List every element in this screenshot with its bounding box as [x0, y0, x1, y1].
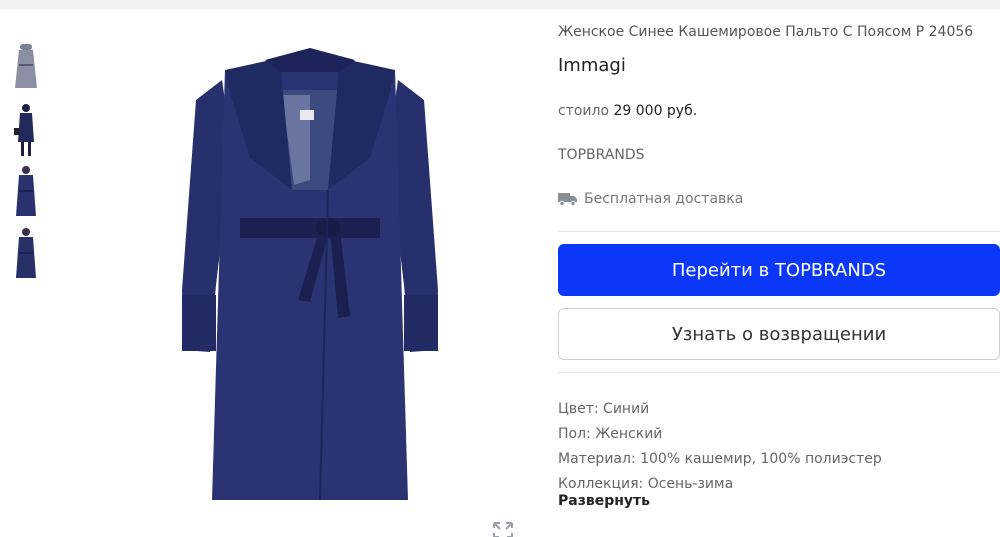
- spec-color: Цвет: Синий: [558, 401, 650, 417]
- price-prefix: стоило: [558, 103, 610, 119]
- spec-collection: Коллекция: Осень-зима: [558, 476, 734, 490]
- thumbnail-2[interactable]: [8, 100, 44, 158]
- go-to-shop-button[interactable]: Перейти в TOPBRANDS: [558, 244, 1000, 296]
- delivery-label: Бесплатная доставка: [584, 191, 744, 207]
- specs-list: Цвет: Синий Пол: Женский Материал: 100% …: [558, 400, 1000, 490]
- expand-icon[interactable]: [492, 521, 514, 537]
- delivery-info: Бесплатная доставка: [558, 191, 743, 207]
- divider: [558, 372, 1000, 373]
- shop-name[interactable]: TOPBRANDS: [558, 147, 645, 163]
- price: стоило 29 000 руб.: [558, 103, 697, 119]
- brand-name[interactable]: Immagi: [558, 55, 626, 76]
- expand-specs-link[interactable]: Развернуть: [558, 493, 650, 509]
- spec-material: Материал: 100% кашемир, 100% полиэстер: [558, 451, 882, 467]
- top-strip: [0, 0, 1000, 9]
- divider: [558, 231, 1000, 232]
- notify-return-button[interactable]: Узнать о возвращении: [558, 308, 1000, 360]
- spec-gender: Пол: Женский: [558, 426, 663, 442]
- truck-icon: [558, 193, 577, 206]
- price-value: 29 000 руб.: [613, 103, 698, 119]
- thumbnail-1[interactable]: [8, 38, 44, 96]
- product-main-image: [182, 48, 438, 501]
- thumbnail-3[interactable]: [8, 162, 44, 220]
- product-title: Женское Синее Кашемировое Пальто С Поясо…: [558, 24, 974, 40]
- thumbnail-4[interactable]: [8, 224, 44, 282]
